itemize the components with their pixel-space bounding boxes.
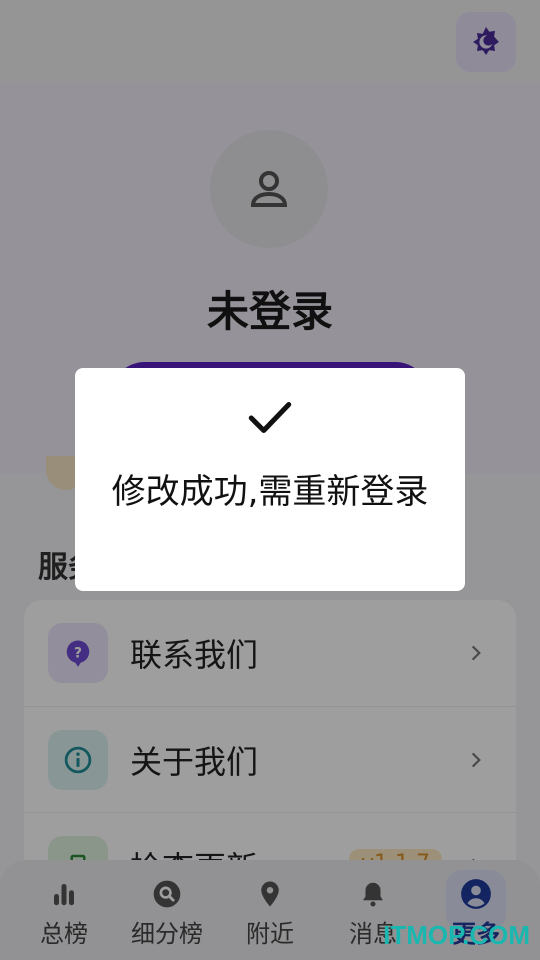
watermark: ITMOP.COM	[383, 920, 530, 950]
check-icon	[248, 402, 292, 434]
success-toast: 修改成功,需重新登录	[75, 368, 465, 591]
toast-message: 修改成功,需重新登录	[111, 472, 429, 512]
